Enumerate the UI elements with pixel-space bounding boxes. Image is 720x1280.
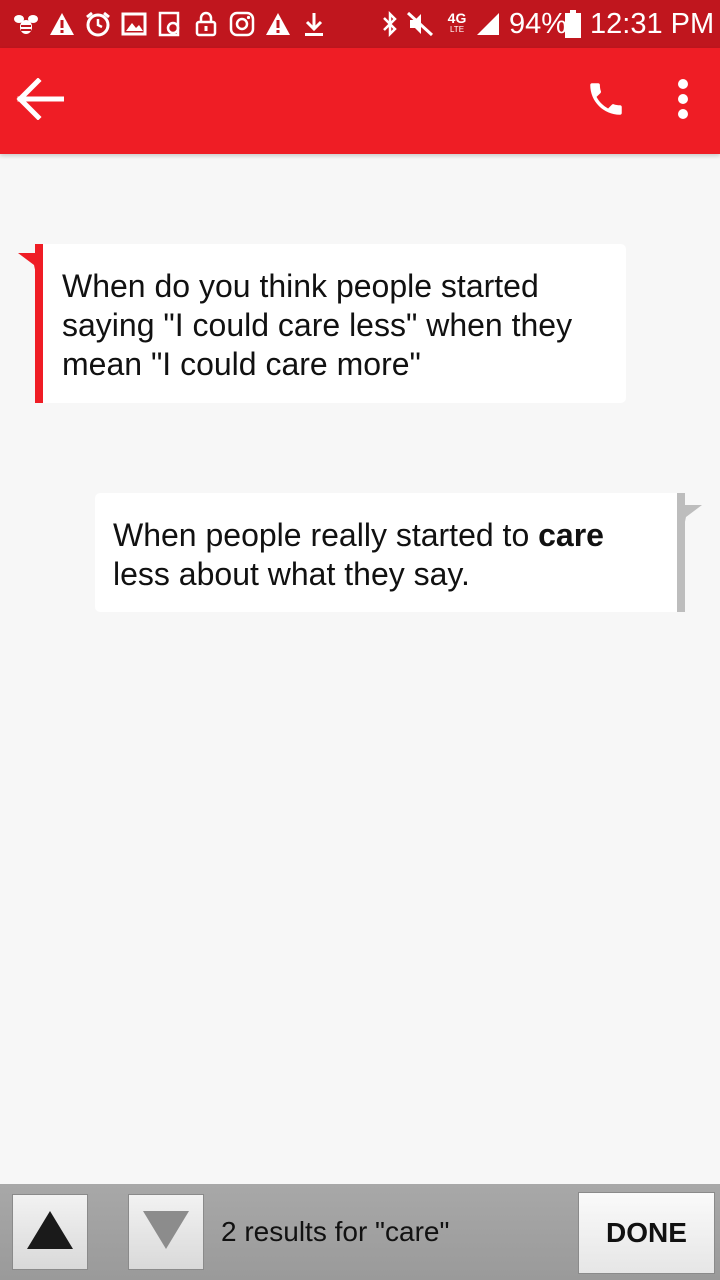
outgoing-message-bubble[interactable]: When people really started to care less a… [95, 493, 685, 612]
lock-icon [192, 9, 220, 39]
message-line: When do you think people started [62, 268, 539, 304]
incoming-message-bubble[interactable]: When do you think people started saying "… [35, 244, 626, 403]
more-vert-icon [677, 78, 689, 125]
incoming-message-text: When do you think people started saying "… [62, 267, 622, 384]
download-icon [300, 9, 328, 39]
message-line: mean "I could care more" [62, 346, 421, 382]
search-highlight: care [538, 517, 604, 553]
message-line: saying "I could care less" when they [62, 307, 573, 343]
back-arrow-icon [16, 76, 65, 125]
battery-percent: 94% [509, 8, 568, 40]
signal-icon [474, 9, 502, 39]
lte-icon: 4G LTE [440, 9, 474, 39]
image-icon [120, 9, 148, 39]
warning-icon [264, 9, 292, 39]
arrow-down-icon [141, 1209, 191, 1256]
outgoing-message-text: When people really started to care less a… [113, 516, 673, 594]
message-line: less about what they say. [113, 556, 470, 592]
done-button[interactable]: DONE [578, 1192, 715, 1274]
phone-icon [585, 78, 627, 125]
instagram-icon [228, 9, 256, 39]
next-result-button[interactable] [128, 1194, 204, 1270]
warning-icon [48, 9, 76, 39]
network-sub: LTE [449, 25, 465, 34]
bee-icon [12, 9, 40, 39]
call-button[interactable] [576, 70, 636, 132]
clock: 12:31 PM [590, 8, 715, 40]
message-text-segment: When people really started to [113, 517, 539, 553]
app-bar [0, 48, 720, 154]
search-results-count: 2 results for "care" [221, 1216, 450, 1247]
arrow-up-icon [25, 1209, 75, 1256]
network-type: 4G [447, 10, 467, 26]
back-button[interactable] [8, 67, 72, 135]
refresh-doc-icon [156, 9, 184, 39]
previous-result-button[interactable] [12, 1194, 88, 1270]
more-options-button[interactable] [660, 70, 706, 132]
bluetooth-icon [376, 9, 404, 39]
status-bar: 4G LTE 94% 12:31 PM [0, 0, 720, 48]
mute-icon [406, 9, 434, 39]
alarm-icon [84, 9, 112, 39]
battery-icon [563, 9, 583, 39]
